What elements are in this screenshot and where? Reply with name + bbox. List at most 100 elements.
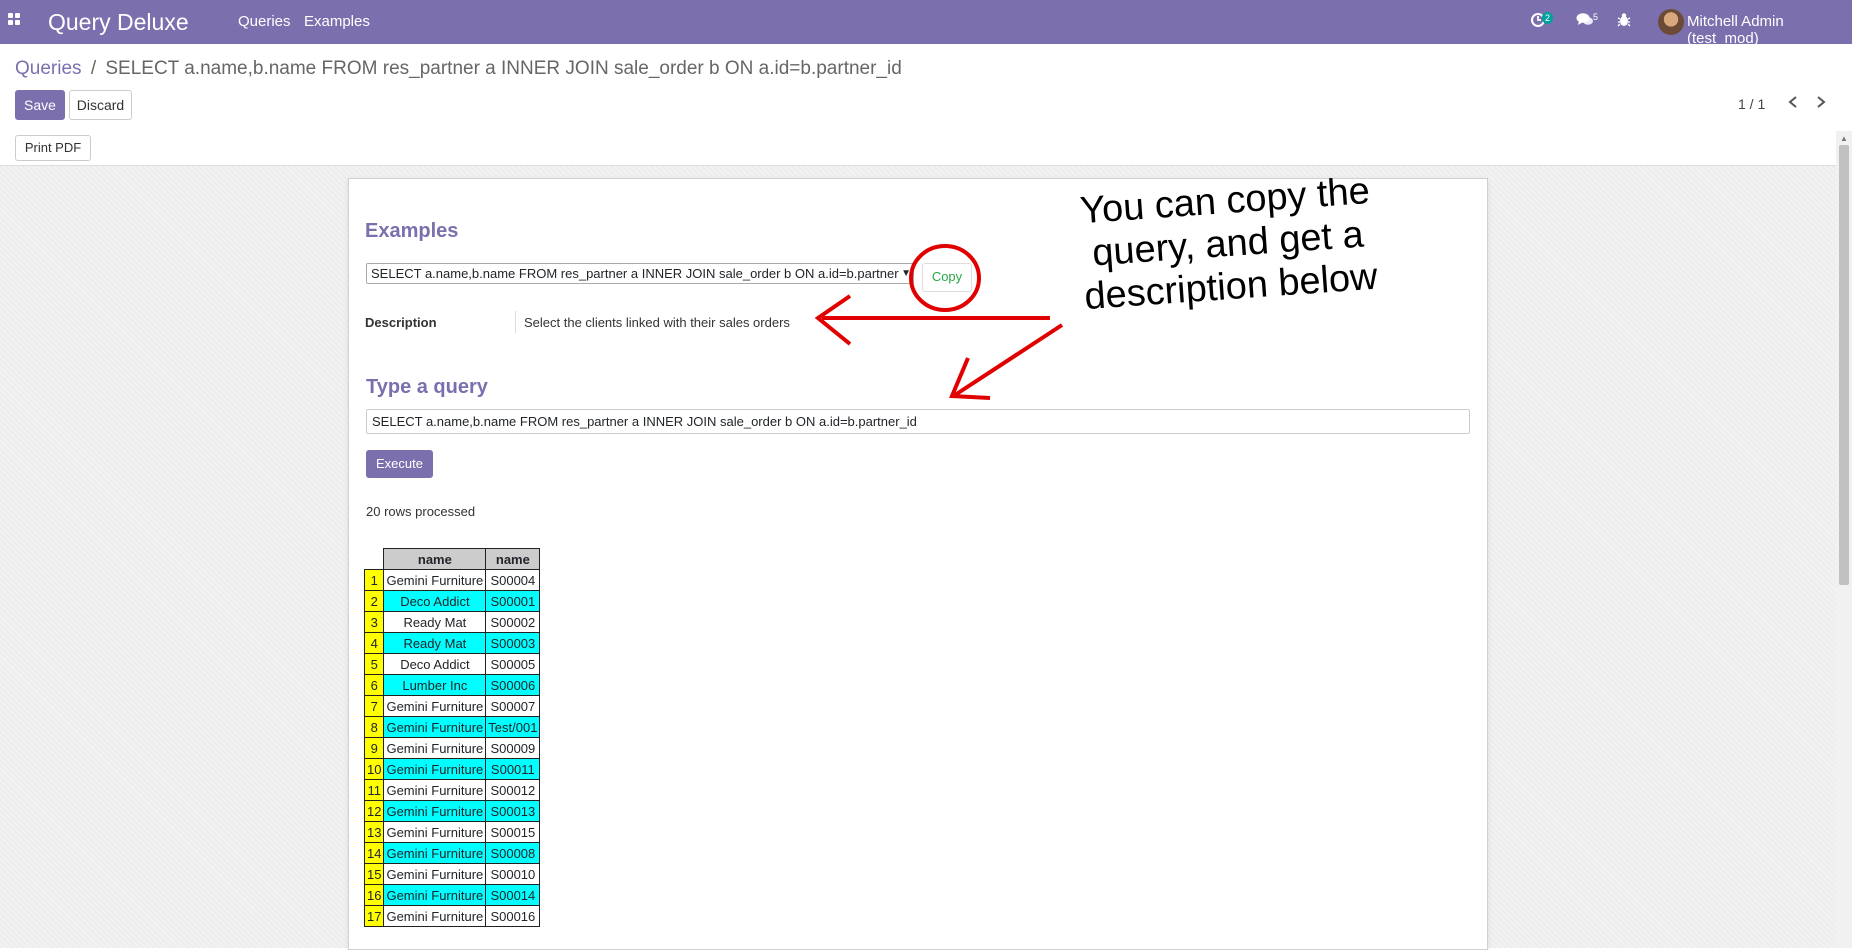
scrollbar[interactable]: ▲ <box>1836 131 1852 948</box>
scrollbar-thumb[interactable] <box>1839 145 1849 585</box>
description-label: Description <box>365 315 437 330</box>
partner-name-cell: Ready Mat <box>383 632 487 654</box>
row-index: 8 <box>363 716 385 738</box>
order-name-cell: S00001 <box>485 590 541 612</box>
partner-name-cell: Gemini Furniture <box>383 905 487 927</box>
pager-previous-icon[interactable] <box>1787 92 1799 115</box>
annotation-text: You can copy the query, and get a descri… <box>1054 168 1402 320</box>
table-row: 16 Gemini Furniture S00014 <box>363 884 541 906</box>
row-index: 11 <box>363 779 385 801</box>
table-row: 6 Lumber Inc S00006 <box>363 674 541 696</box>
form-statusbar: Print PDF <box>0 131 1852 166</box>
row-index: 7 <box>363 695 385 717</box>
order-name-cell: S00005 <box>485 653 541 675</box>
user-avatar[interactable] <box>1658 9 1684 35</box>
partner-name-cell: Deco Addict <box>383 653 487 675</box>
debug-bug-icon[interactable] <box>1617 12 1631 32</box>
breadcrumb: Queries / SELECT a.name,b.name FROM res_… <box>15 58 902 80</box>
order-name-cell: S00011 <box>485 758 541 780</box>
scroll-up-icon[interactable]: ▲ <box>1840 134 1848 143</box>
example-select-value: SELECT a.name,b.name FROM res_partner a … <box>371 266 899 281</box>
row-index: 16 <box>363 884 385 906</box>
partner-name-cell: Gemini Furniture <box>383 569 487 591</box>
row-index: 1 <box>363 569 385 591</box>
order-name-cell: S00014 <box>485 884 541 906</box>
apps-menu-icon[interactable] <box>8 13 22 27</box>
partner-name-cell: Gemini Furniture <box>383 695 487 717</box>
row-index: 2 <box>363 590 385 612</box>
table-row: 12 Gemini Furniture S00013 <box>363 800 541 822</box>
control-panel: Queries / SELECT a.name,b.name FROM res_… <box>0 44 1852 132</box>
order-name-cell: S00012 <box>485 779 541 801</box>
chevron-down-icon: ▼ <box>901 264 911 283</box>
execute-button[interactable]: Execute <box>366 450 433 478</box>
row-index: 12 <box>363 800 385 822</box>
discard-button[interactable]: Discard <box>69 90 132 120</box>
partner-name-cell: Gemini Furniture <box>383 779 487 801</box>
table-row: 15 Gemini Furniture S00010 <box>363 863 541 885</box>
partner-name-cell: Gemini Furniture <box>383 737 487 759</box>
row-index: 17 <box>363 905 385 927</box>
table-row: 8 Gemini Furniture Test/001 <box>363 716 541 738</box>
table-row: 14 Gemini Furniture S00008 <box>363 842 541 864</box>
table-row: 9 Gemini Furniture S00009 <box>363 737 541 759</box>
table-row: 17 Gemini Furniture S00016 <box>363 905 541 927</box>
partner-name-cell: Lumber Inc <box>383 674 487 696</box>
order-name-cell: S00016 <box>485 905 541 927</box>
save-button[interactable]: Save <box>15 90 65 120</box>
partner-name-cell: Gemini Furniture <box>383 842 487 864</box>
description-value: Select the clients linked with their sal… <box>524 315 790 330</box>
partner-name-cell: Ready Mat <box>383 611 487 633</box>
index-header <box>364 548 384 570</box>
table-row: 4 Ready Mat S00003 <box>363 632 541 654</box>
example-select[interactable]: SELECT a.name,b.name FROM res_partner a … <box>366 263 914 284</box>
order-name-cell: S00013 <box>485 800 541 822</box>
order-name-cell: S00015 <box>485 821 541 843</box>
query-input[interactable]: SELECT a.name,b.name FROM res_partner a … <box>366 409 1470 434</box>
table-row: 7 Gemini Furniture S00007 <box>363 695 541 717</box>
row-index: 3 <box>363 611 385 633</box>
rows-processed-text: 20 rows processed <box>366 504 476 519</box>
table-row: 3 Ready Mat S00002 <box>363 611 541 633</box>
row-index: 4 <box>363 632 385 654</box>
breadcrumb-separator: / <box>90 58 97 79</box>
order-name-cell: S00004 <box>485 569 541 591</box>
order-name-cell: S00003 <box>485 632 541 654</box>
order-name-cell: S00006 <box>485 674 541 696</box>
row-index: 14 <box>363 842 385 864</box>
table-row: 5 Deco Addict S00005 <box>363 653 541 675</box>
pager-next-icon[interactable] <box>1815 92 1827 115</box>
partner-name-cell: Gemini Furniture <box>383 800 487 822</box>
row-index: 5 <box>363 653 385 675</box>
menu-examples[interactable]: Examples <box>304 13 370 30</box>
partner-name-cell: Deco Addict <box>383 590 487 612</box>
breadcrumb-queries-link[interactable]: Queries <box>15 58 82 79</box>
row-index: 6 <box>363 674 385 696</box>
table-row: 2 Deco Addict S00001 <box>363 590 541 612</box>
description-divider <box>515 311 516 333</box>
order-name-cell: S00007 <box>485 695 541 717</box>
user-menu[interactable]: Mitchell Admin (test_mod) <box>1687 13 1852 47</box>
examples-heading: Examples <box>365 220 459 242</box>
result-header-row: name name <box>364 548 541 570</box>
app-brand[interactable]: Query Deluxe <box>48 9 189 36</box>
row-index: 15 <box>363 863 385 885</box>
table-row: 1 Gemini Furniture S00004 <box>363 569 541 591</box>
row-index: 9 <box>363 737 385 759</box>
partner-name-cell: Gemini Furniture <box>383 863 487 885</box>
type-query-heading: Type a query <box>366 376 488 398</box>
result-table: name name 1 Gemini Furniture S00004 2 Deco A… <box>363 548 541 927</box>
menu-queries[interactable]: Queries <box>238 13 291 30</box>
breadcrumb-current: SELECT a.name,b.name FROM res_partner a … <box>105 58 902 79</box>
copy-button[interactable]: Copy <box>922 263 972 292</box>
row-index: 10 <box>363 758 385 780</box>
row-index: 13 <box>363 821 385 843</box>
column-header: name <box>383 548 487 570</box>
print-pdf-button[interactable]: Print PDF <box>15 135 91 161</box>
order-name-cell: Test/001 <box>485 716 541 738</box>
partner-name-cell: Gemini Furniture <box>383 884 487 906</box>
pager-counter[interactable]: 1 / 1 <box>1738 96 1765 112</box>
messages-badge: 5 <box>1593 12 1599 22</box>
order-name-cell: S00009 <box>485 737 541 759</box>
order-name-cell: S00010 <box>485 863 541 885</box>
